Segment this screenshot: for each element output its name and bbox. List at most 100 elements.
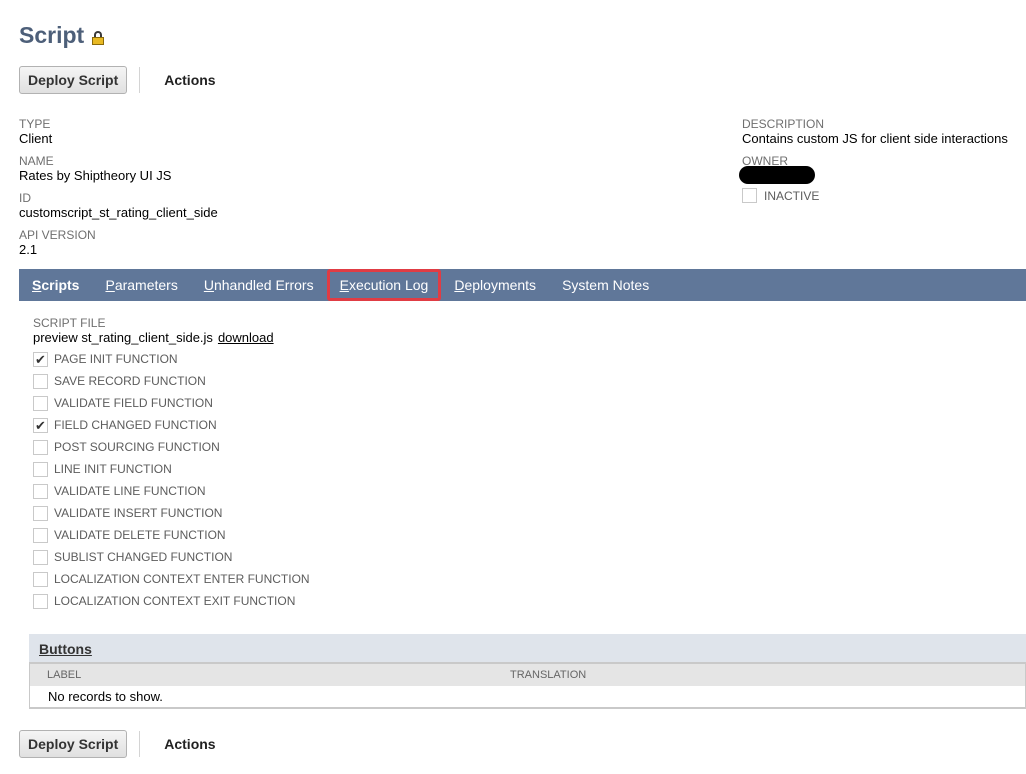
tab-scripts-label: cripts [41,277,80,293]
inactive-checkbox[interactable] [742,188,757,203]
bottom-action-bar: Deploy Script Actions [19,730,216,758]
page-title: Script [19,22,105,49]
empty-records-message: No records to show. [30,686,1025,708]
function-checkbox[interactable] [33,527,48,543]
actions-menu[interactable]: Actions [164,72,215,88]
api-version-field: API VERSION 2.1 [19,228,96,258]
tab-deployments[interactable]: Deployments [441,269,549,301]
function-row: SUBLIST CHANGED FUNCTION [33,546,310,568]
function-row: ✔ FIELD CHANGED FUNCTION [33,414,310,436]
tab-system-notes-label: System Notes [562,277,650,293]
tab-unhandled-errors-mnemonic: U [203,277,214,293]
function-checkbox[interactable] [33,505,48,521]
sublist-header: Buttons [29,634,1026,662]
function-row: SAVE RECORD FUNCTION [33,370,310,392]
tab-scripts[interactable]: Scripts [19,269,92,301]
script-file-preview-link[interactable]: preview st_rating_client_side.js [33,330,213,345]
function-checkbox[interactable] [33,461,48,477]
tab-deployments-mnemonic: D [454,277,465,293]
function-row: LOCALIZATION CONTEXT EXIT FUNCTION [33,590,310,612]
function-label: VALIDATE INSERT FUNCTION [54,506,223,520]
column-header-translation[interactable]: TRANSLATION [510,669,586,681]
tab-deployments-label: eployments [464,277,537,293]
function-label: SAVE RECORD FUNCTION [54,374,206,388]
function-label: VALIDATE FIELD FUNCTION [54,396,213,410]
function-checkbox-list: ✔ PAGE INIT FUNCTION SAVE RECORD FUNCTION… [33,348,310,612]
function-row: VALIDATE FIELD FUNCTION [33,392,310,414]
subtab-bar: Scripts Parameters Unhandled Errors Exec… [19,269,1026,301]
toolbar-divider [139,67,141,93]
tab-system-notes[interactable]: System Notes [549,269,662,301]
api-version-label: API VERSION [19,228,96,242]
actions-menu-bottom[interactable]: Actions [164,736,215,752]
function-label: SUBLIST CHANGED FUNCTION [54,550,233,564]
function-checkbox[interactable]: ✔ [33,351,48,367]
function-checkbox[interactable] [33,571,48,587]
function-checkbox[interactable] [33,483,48,499]
script-file-label: SCRIPT FILE [33,316,106,330]
type-label: TYPE [19,117,51,131]
id-value: customscript_st_rating_client_side [19,205,218,220]
function-label: POST SOURCING FUNCTION [54,440,220,454]
tab-unhandled-errors[interactable]: Unhandled Errors [191,269,327,301]
name-value: Rates by Shiptheory UI JS [19,168,172,183]
script-file-download-link[interactable]: download [218,330,274,345]
tab-parameters-mnemonic: P [105,277,115,293]
lock-icon [92,30,105,45]
name-label: NAME [19,154,54,168]
function-label: PAGE INIT FUNCTION [54,352,178,366]
sublist-tab-label: uttons [49,641,92,657]
function-label: LOCALIZATION CONTEXT EXIT FUNCTION [54,594,296,608]
type-value: Client [19,131,53,146]
script-file-field: SCRIPT FILE preview st_rating_client_sid… [33,316,274,345]
tab-parameters[interactable]: Parameters [92,269,190,301]
sublist-table: LABEL TRANSLATION No records to show. [29,662,1026,709]
column-header-label[interactable]: LABEL [47,669,510,681]
function-row: ✔ PAGE INIT FUNCTION [33,348,310,370]
function-label: LINE INIT FUNCTION [54,462,172,476]
function-row: LINE INIT FUNCTION [33,458,310,480]
tab-unhandled-errors-label: nhandled Errors [213,277,314,293]
tab-execution-log[interactable]: Execution Log [326,269,442,301]
sublist-tab-buttons[interactable]: Buttons [29,636,102,662]
page-title-text: Script [19,22,85,48]
function-row: LOCALIZATION CONTEXT ENTER FUNCTION [33,568,310,590]
type-field: TYPE Client [19,117,52,147]
deploy-script-button[interactable]: Deploy Script [19,66,128,94]
id-label: ID [19,191,31,205]
function-row: VALIDATE INSERT FUNCTION [33,502,310,524]
function-checkbox[interactable] [33,439,48,455]
description-value: Contains custom JS for client side inter… [742,131,1008,146]
top-action-bar: Deploy Script Actions [19,66,216,94]
tab-parameters-label: arameters [114,277,178,293]
inactive-field: INACTIVE [742,188,819,203]
inactive-label: INACTIVE [764,188,820,203]
name-field: NAME Rates by Shiptheory UI JS [19,154,171,184]
tab-execution-log-label: xecution Log [348,277,429,293]
function-checkbox[interactable] [33,593,48,609]
function-label: FIELD CHANGED FUNCTION [54,418,217,432]
function-label: VALIDATE DELETE FUNCTION [54,528,226,542]
function-checkbox[interactable] [33,395,48,411]
deploy-script-button-bottom[interactable]: Deploy Script [19,730,128,758]
sublist-tab-mnemonic: B [39,641,50,657]
function-row: VALIDATE DELETE FUNCTION [33,524,310,546]
toolbar-divider-bottom [139,731,141,757]
sublist-column-headers: LABEL TRANSLATION [30,662,1025,686]
function-label: VALIDATE LINE FUNCTION [54,484,206,498]
function-row: POST SOURCING FUNCTION [33,436,310,458]
description-label: DESCRIPTION [742,117,825,131]
tab-scripts-mnemonic: S [32,277,42,293]
function-checkbox[interactable]: ✔ [33,417,48,433]
function-row: VALIDATE LINE FUNCTION [33,480,310,502]
function-checkbox[interactable] [33,373,48,389]
id-field: ID customscript_st_rating_client_side [19,191,218,221]
script-file-value: preview st_rating_client_side.js download [33,330,274,345]
buttons-sublist: Buttons LABEL TRANSLATION No records to … [29,634,1026,709]
function-checkbox[interactable] [33,549,48,565]
api-version-value: 2.1 [19,242,38,257]
function-label: LOCALIZATION CONTEXT ENTER FUNCTION [54,572,310,586]
owner-redacted-value [739,166,815,184]
tab-execution-log-mnemonic: E [339,277,349,293]
description-field: DESCRIPTION Contains custom JS for clien… [742,117,1008,147]
